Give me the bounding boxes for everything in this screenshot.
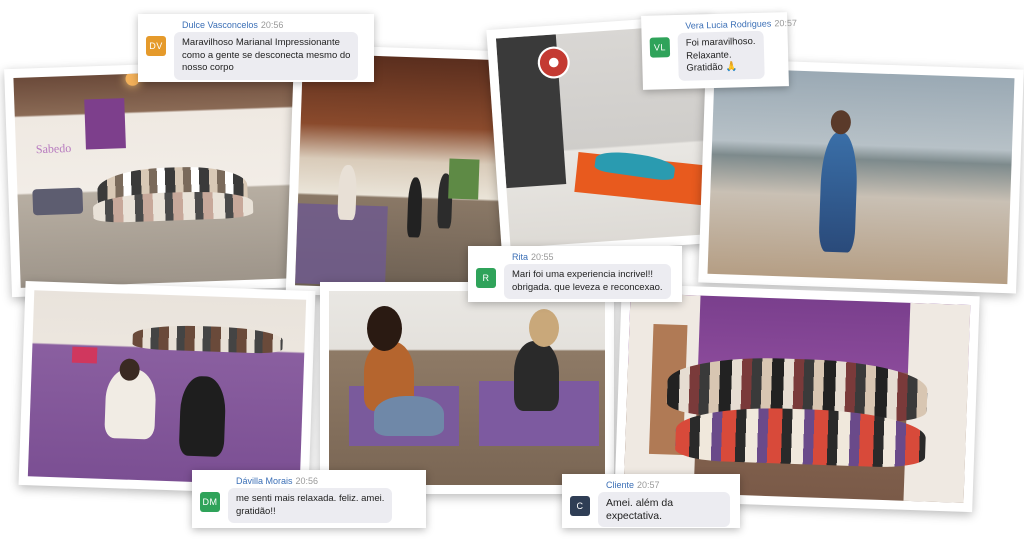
avatar: C: [570, 496, 590, 516]
message-bubble: Mari foi uma experiencia incrivel!! obri…: [504, 264, 671, 299]
message-time: 20:56: [260, 20, 284, 30]
avatar: R: [476, 268, 496, 288]
testimonial-dulce: Dulce Vasconcelos 20:56 DV Maravilhoso Ma…: [138, 14, 374, 82]
message-time: 20:55: [531, 252, 554, 262]
message-bubble: Maravilhoso Marianal Impressionante como…: [174, 32, 359, 80]
author-name: Rita: [512, 252, 529, 262]
message-time: 20:56: [295, 476, 319, 486]
group-photo-studio: Sabedo: [4, 58, 310, 298]
message-bubble: Foi maravilhoso. Relaxante. Gratidão 🙏: [677, 30, 765, 81]
photo-beach-dance: [698, 58, 1024, 294]
avatar: DV: [146, 36, 166, 56]
testimonial-vera: Vera Lucia Rodrigues 20:57 VL Foi maravil…: [641, 12, 797, 90]
avatar: DM: [200, 492, 220, 512]
testimonial-davilla: Dávilla Morais 20:56 DM me senti mais rel…: [192, 470, 426, 528]
author-name: Cliente: [606, 480, 635, 490]
author-name: Dulce Vasconcelos: [182, 20, 258, 30]
author-name: Vera Lucia Rodrigues: [685, 18, 772, 31]
message-time: 20:57: [637, 480, 660, 490]
testimonial-rita: Rita 20:55 R Mari foi uma experiencia inc…: [468, 246, 682, 302]
testimonial-cliente: Cliente 20:57 C Amei. além da expectativa…: [562, 474, 740, 528]
avatar: VL: [649, 37, 671, 58]
photo-circle-purple-floor: [18, 281, 316, 495]
author-name: Dávilla Morais: [236, 476, 293, 486]
message-bubble: Amei. além da expectativa.: [598, 492, 730, 527]
photo-two-women-mats: [320, 282, 614, 494]
message-bubble: me senti mais relaxada. feliz. amei. gra…: [228, 488, 393, 523]
message-time: 20:57: [774, 17, 798, 29]
